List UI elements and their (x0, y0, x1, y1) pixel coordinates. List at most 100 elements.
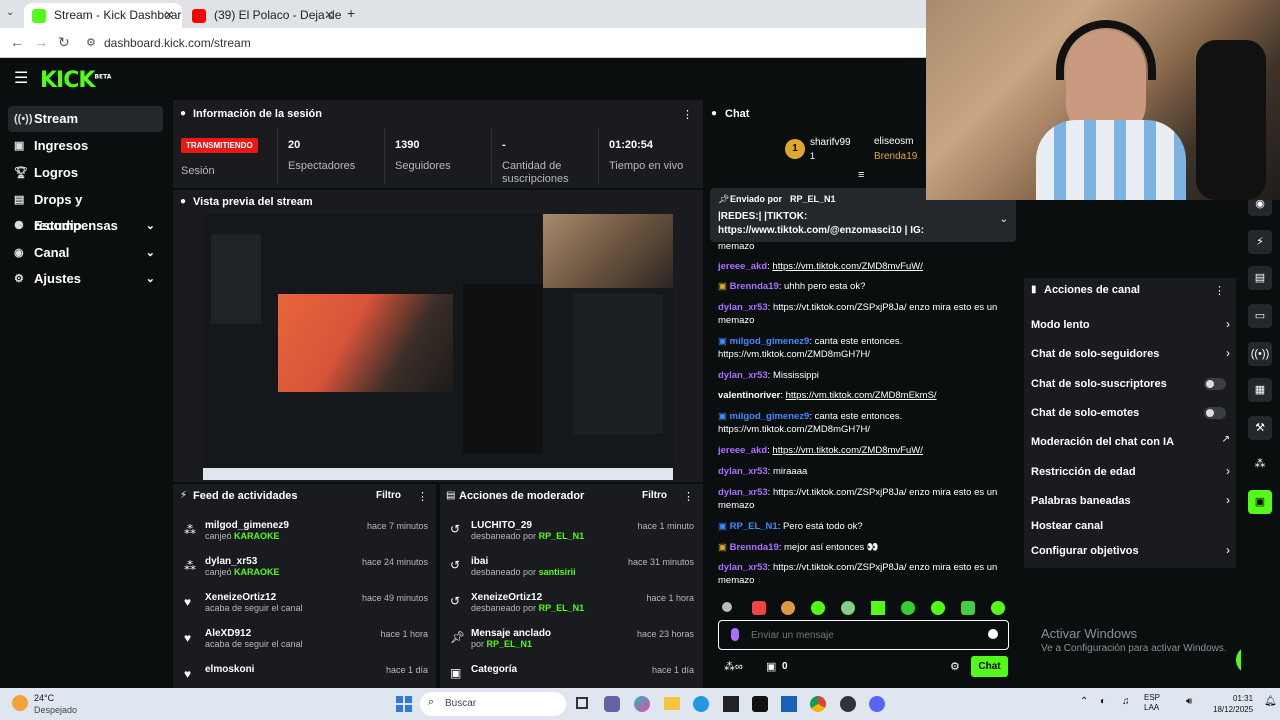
action-age-restriction[interactable]: Restricción de edad (1031, 466, 1136, 478)
copilot-icon[interactable] (634, 696, 650, 712)
url-field[interactable]: dashboard.kick.com/stream (104, 36, 251, 50)
volume-icon[interactable]: 🔊︎ (1186, 696, 1192, 707)
emote-icon[interactable] (722, 602, 732, 612)
tab-kick-dashboard[interactable]: Stream - Kick Dashboard ✕ (24, 3, 182, 28)
hamburger-menu-icon[interactable]: ☰ (14, 68, 28, 88)
sidebar-item-stream[interactable]: ((•)) Stream (8, 106, 163, 132)
chevron-right-icon[interactable]: › (1226, 543, 1230, 557)
site-info-icon[interactable]: ⚙ (86, 36, 96, 49)
chat-input-box[interactable] (718, 620, 1009, 650)
mod-target[interactable]: Mensaje anclado (471, 628, 551, 639)
weather-icon[interactable] (12, 695, 28, 711)
chat-bubble-icon[interactable]: ▭ (1248, 304, 1272, 328)
lang-indicator[interactable]: ESP LAA (1144, 693, 1160, 713)
message-user[interactable]: dylan_xr53 (718, 466, 768, 477)
gift-icon[interactable]: ▣ (766, 660, 776, 673)
message-user[interactable]: Brennda19 (730, 542, 779, 553)
message-user[interactable]: dylan_xr53 (718, 562, 768, 573)
sidebar-item-logros[interactable]: 🏆︎ Logros (8, 160, 163, 186)
windows-start-icon[interactable] (396, 696, 412, 712)
subs-only-toggle[interactable] (1204, 378, 1226, 390)
chevron-down-icon[interactable]: ⌄ (1000, 214, 1008, 225)
collapse-icon[interactable]: ≡ (858, 169, 864, 181)
calendar-icon[interactable]: ▦ (1248, 378, 1272, 402)
emote-icon[interactable] (841, 601, 855, 615)
emotes-only-toggle[interactable] (1204, 407, 1226, 419)
notifications-icon[interactable]: 🔔︎ (1264, 696, 1277, 707)
chevron-right-icon[interactable]: › (1226, 464, 1230, 478)
more-options-icon[interactable]: ⋮ (417, 490, 428, 503)
message-user[interactable]: dylan_xr53 (718, 302, 768, 313)
feed-username[interactable]: AleXD912 (205, 628, 303, 639)
lightning-icon[interactable]: ⚡︎ (1248, 230, 1272, 254)
tray-mic-icon[interactable]: ♫ (1122, 696, 1130, 707)
mod-target[interactable]: Categoría (471, 664, 517, 675)
tray-chevron-icon[interactable]: ⌃ (1080, 696, 1088, 707)
message-text[interactable]: https://vm.tiktok.com/ZMD8mvFuW/ (772, 261, 922, 272)
store-icon[interactable] (723, 696, 739, 712)
external-link-icon[interactable]: ↗ (1222, 434, 1230, 445)
close-tab-icon[interactable]: ✕ (324, 3, 334, 28)
feed-username[interactable]: XeneizeOrtiz12 (205, 592, 303, 603)
app-icon[interactable] (781, 696, 797, 712)
message-user[interactable]: milgod_gimenez9 (730, 336, 810, 347)
mod-target[interactable]: XeneizeOrtiz12 (471, 592, 584, 603)
forward-icon[interactable]: → (34, 34, 48, 50)
emote-icon[interactable] (991, 601, 1005, 615)
action-banned-words[interactable]: Palabras baneadas (1031, 495, 1131, 507)
mod-target[interactable]: ibai (471, 556, 576, 567)
emote-icon[interactable] (752, 601, 766, 615)
action-ai-moderation[interactable]: Moderación del chat con IA (1031, 436, 1174, 448)
kick-bot-icon[interactable]: ▣ (1248, 490, 1272, 514)
task-view-icon[interactable] (576, 697, 588, 709)
top-user-2[interactable]: eliseosm (874, 136, 913, 147)
kick-logo[interactable]: KICKBETA (40, 68, 111, 93)
wrench-icon[interactable]: ⚒ (1248, 416, 1272, 440)
tab-list-button[interactable]: ⌄ (6, 7, 14, 18)
sidebar-item-drops[interactable]: ▤ Drops y recompensas (8, 187, 163, 233)
more-options-icon[interactable]: ⋮ (682, 108, 693, 121)
message-text[interactable]: https://vm.tiktok.com/ZMD8mvFuW/ (772, 445, 922, 456)
clock[interactable]: 01:31 18/12/2025 (1213, 693, 1253, 715)
emote-icon[interactable] (781, 601, 795, 615)
settings-chat-icon[interactable]: ⁂∞ (724, 660, 743, 673)
message-user[interactable]: dylan_xr53 (718, 487, 768, 498)
sidebar-item-ingresos[interactable]: ▣ Ingresos (8, 133, 163, 159)
teams-icon[interactable] (604, 696, 620, 712)
mod-by[interactable]: RP_EL_N1 (539, 603, 585, 613)
chevron-right-icon[interactable]: › (1226, 346, 1230, 360)
emoji-icon[interactable] (988, 629, 998, 639)
mod-target[interactable]: LUCHITO_29 (471, 520, 584, 531)
sidebar-item-ajustes[interactable]: ⚙ Ajustes ⌄ (8, 266, 163, 292)
back-icon[interactable]: ← (10, 34, 24, 50)
close-tab-icon[interactable]: ✕ (164, 3, 174, 28)
message-user[interactable]: dylan_xr53 (718, 370, 768, 381)
mod-by[interactable]: santisirii (539, 567, 576, 577)
message-user[interactable]: RP_EL_N1 (730, 521, 778, 532)
mod-by[interactable]: RP_EL_N1 (539, 531, 585, 541)
message-user[interactable]: milgod_gimenez9 (730, 411, 810, 422)
mod-filter-button[interactable]: Filtro (642, 490, 667, 501)
chevron-right-icon[interactable]: › (1226, 317, 1230, 331)
chevron-right-icon[interactable]: › (1226, 493, 1230, 507)
stream-preview-video[interactable] (203, 214, 673, 480)
feed-username[interactable]: dylan_xr53 (205, 556, 280, 567)
top-user-3[interactable]: Brenda19 (874, 151, 917, 162)
explorer-icon[interactable] (664, 697, 680, 710)
message-user[interactable]: jereee_akd (718, 445, 767, 456)
discord-icon[interactable] (869, 696, 885, 712)
message-text[interactable]: https://vm.tiktok.com/ZMD8mEkmS/ (786, 390, 937, 401)
chrome-icon[interactable] (810, 696, 826, 712)
people-icon[interactable]: ⁂ (1248, 452, 1272, 476)
new-tab-icon[interactable]: + (347, 5, 355, 21)
broadcast-icon[interactable]: ((•)) (1248, 342, 1272, 366)
weather-temp[interactable]: 24°C (34, 693, 54, 703)
tab-youtube[interactable]: (39) El Polaco - Deja de llorar - ✕ (184, 3, 342, 28)
action-goals[interactable]: Configurar objetivos (1031, 545, 1139, 557)
emote-icon[interactable] (961, 601, 975, 615)
action-subs-only[interactable]: Chat de solo-suscriptores (1031, 378, 1167, 390)
obs-icon[interactable] (840, 696, 856, 712)
tray-network-icon[interactable]: ◐ (1100, 696, 1106, 707)
action-slow-mode[interactable]: Modo lento (1031, 319, 1090, 331)
feed-username[interactable]: milgod_gimenez9 (205, 520, 289, 531)
